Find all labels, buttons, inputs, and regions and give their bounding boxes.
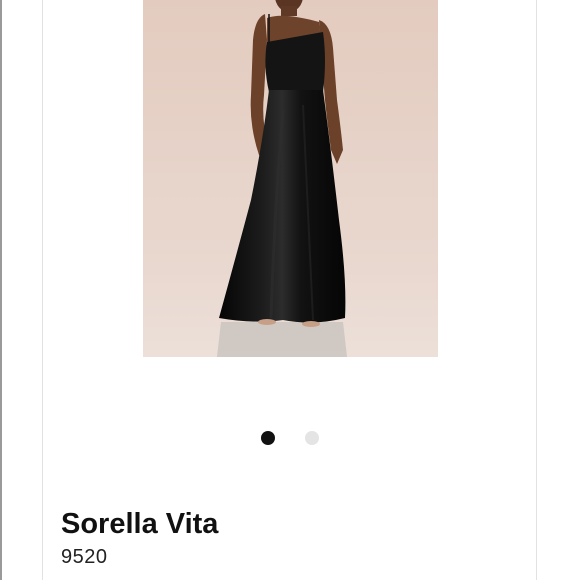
product-image[interactable] [143, 0, 438, 357]
carousel-dot-active[interactable] [261, 431, 275, 445]
content-left-border [42, 0, 43, 580]
screen-edge [0, 0, 2, 580]
carousel-dot[interactable] [305, 431, 319, 445]
product-brand: Sorella Vita [61, 508, 219, 540]
carousel-indicators [0, 431, 580, 445]
content-right-border [536, 0, 537, 580]
product-card: Sorella Vita 9520 [0, 0, 580, 580]
product-style-number: 9520 [61, 546, 108, 568]
